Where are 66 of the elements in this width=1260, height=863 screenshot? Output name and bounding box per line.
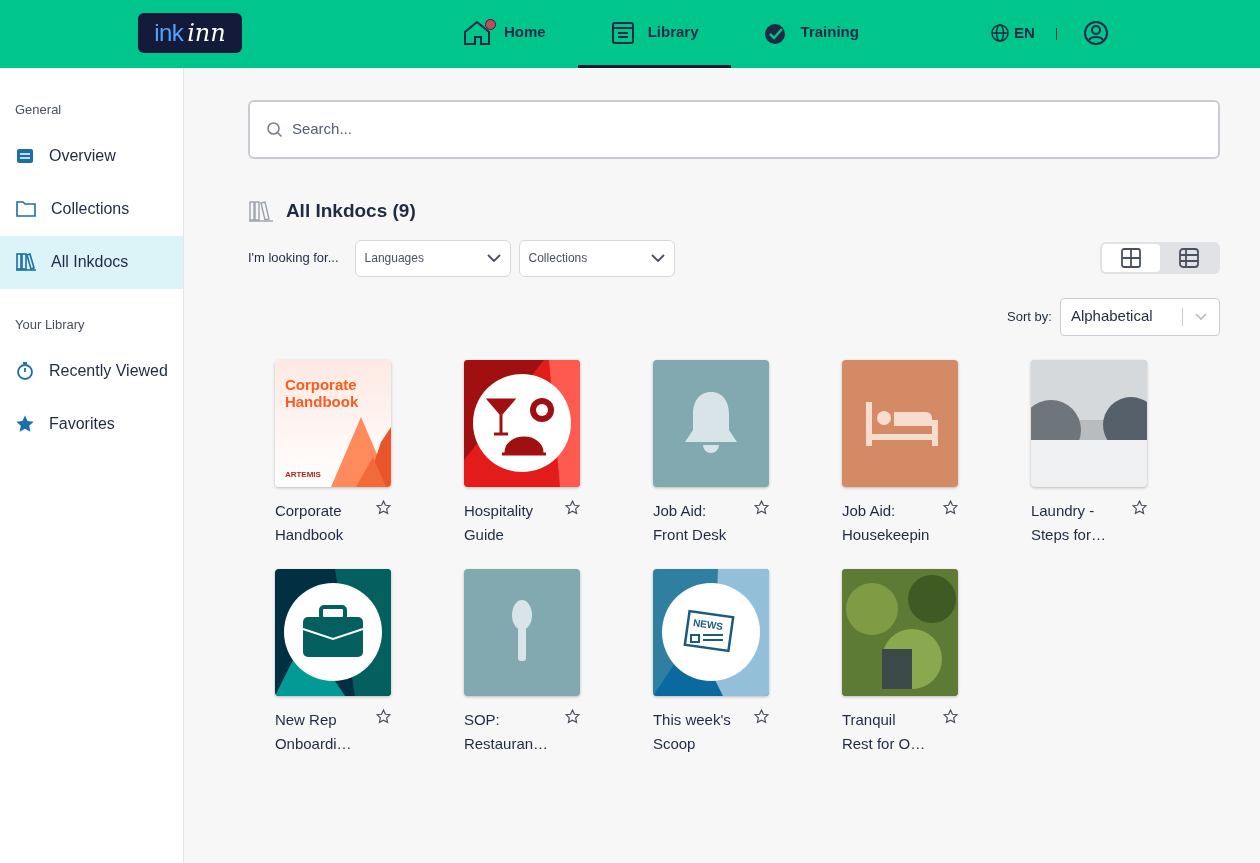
photo-placeholder[interactable] xyxy=(1030,359,1147,487)
search-field[interactable]: Search... xyxy=(247,100,1220,159)
section-heading: All Inkdocs (9) xyxy=(285,199,416,223)
sort-label: Sort by: xyxy=(1007,307,1052,326)
doc-title[interactable]: Tranquil Rest for O… xyxy=(841,707,928,756)
star-icon[interactable] xyxy=(375,708,391,724)
nav-tab[interactable]: Library xyxy=(577,0,731,68)
star-icon[interactable] xyxy=(375,499,391,515)
globe-icon[interactable] xyxy=(990,23,1010,44)
book-icon xyxy=(609,19,636,46)
logo-text: ink xyxy=(154,18,184,48)
logo[interactable]: ink inn xyxy=(138,13,242,53)
star-icon[interactable] xyxy=(564,708,580,724)
sidebar-item[interactable]: Favorites xyxy=(0,397,183,450)
logo-text: inn xyxy=(187,18,226,49)
document-icon xyxy=(15,146,35,166)
cover-brand: ARTEMIS xyxy=(284,468,321,481)
star-icon[interactable] xyxy=(753,708,769,724)
grid-icon xyxy=(1119,247,1142,269)
books-icon xyxy=(15,252,37,272)
doc-title[interactable]: Hospitality Guide xyxy=(463,498,550,547)
search-input: Search... xyxy=(291,118,1202,141)
doc-title[interactable]: Laundry - Steps for… xyxy=(1030,498,1117,547)
nav-tab[interactable]: Home xyxy=(430,0,578,68)
caret-icon xyxy=(486,253,501,263)
sidebar-item[interactable]: Recently Viewed xyxy=(0,344,183,397)
house-icon xyxy=(462,18,492,47)
filter-label: I'm looking for... xyxy=(247,249,339,268)
sidebar-item[interactable]: Collections xyxy=(0,182,183,236)
star-icon[interactable] xyxy=(942,708,958,724)
caret-icon xyxy=(1194,312,1207,321)
news-cover-image[interactable]: NEWS xyxy=(652,568,769,696)
filter-dropdown[interactable]: Collections xyxy=(518,239,675,277)
star-icon[interactable] xyxy=(753,499,769,515)
timer-icon xyxy=(15,360,35,381)
sort-dropdown[interactable]: Alphabetical xyxy=(1059,297,1220,336)
briefcase-cover-image[interactable] xyxy=(274,568,391,696)
sidebar-heading: General xyxy=(14,101,63,119)
star-icon[interactable] xyxy=(1131,499,1147,515)
sort-value: Alphabetical xyxy=(1070,306,1154,327)
sidebar-heading: Your Library xyxy=(14,315,86,334)
doc-title[interactable]: Corporate Handbook xyxy=(274,498,361,547)
filter-dropdown[interactable]: Languages xyxy=(354,239,511,277)
nav-tab[interactable]: Training xyxy=(730,0,891,68)
cover-image[interactable] xyxy=(463,359,580,487)
sidebar-item[interactable]: All Inkdocs xyxy=(0,235,183,289)
folder-icon xyxy=(15,199,37,219)
doc-title[interactable]: Job Aid: Front Desk xyxy=(652,498,739,547)
cover-label: NEWS xyxy=(692,615,724,634)
user-icon[interactable] xyxy=(1083,20,1109,46)
search-icon xyxy=(265,120,284,139)
doc-title[interactable]: New Rep Onboardi… xyxy=(274,707,361,756)
star-icon[interactable] xyxy=(942,499,958,515)
cover-title: Corporate Handbook xyxy=(284,375,360,410)
sidebar-item[interactable]: Overview xyxy=(0,129,183,183)
language-selector[interactable]: EN xyxy=(1014,22,1035,45)
doc-title[interactable]: This week's Scoop xyxy=(652,707,739,756)
view-toggle-button[interactable] xyxy=(1101,244,1160,272)
photo-placeholder[interactable] xyxy=(841,568,958,696)
doc-title[interactable]: Job Aid: Housekeepin xyxy=(841,498,928,547)
doc-title[interactable]: SOP: Restauran… xyxy=(463,707,550,756)
star-icon[interactable] xyxy=(564,499,580,515)
table-icon xyxy=(1177,247,1200,269)
books-icon xyxy=(247,199,274,224)
cover-image[interactable]: Corporate Handbook ARTEMIS xyxy=(274,359,391,487)
caret-icon xyxy=(650,253,665,263)
